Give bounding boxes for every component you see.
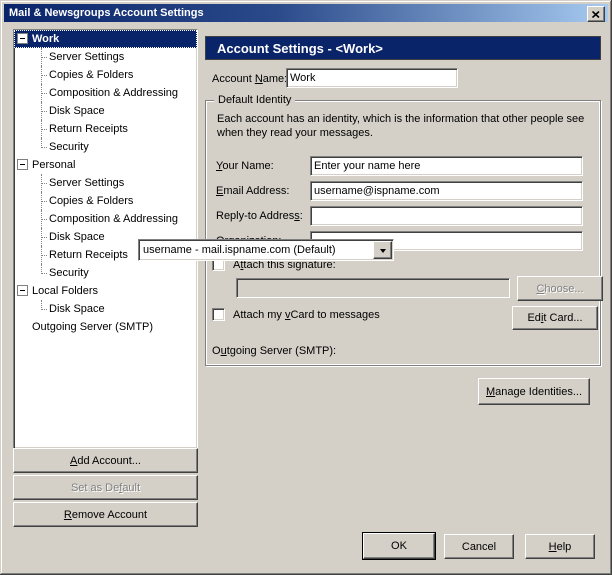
outgoing-server-select[interactable]: username - mail.ispname.com (Default) bbox=[138, 239, 394, 261]
tree-item-label: Server Settings bbox=[47, 48, 126, 66]
tree-item-disk-space[interactable]: Disk Space bbox=[14, 102, 197, 120]
ok-button[interactable]: OK bbox=[363, 533, 435, 559]
tree-item-return-receipts[interactable]: Return Receipts bbox=[14, 120, 197, 138]
tree-item-label: Outgoing Server (SMTP) bbox=[30, 318, 155, 336]
close-button[interactable] bbox=[587, 6, 605, 22]
add-account-label: Add Account... bbox=[70, 455, 141, 467]
account-name-input[interactable] bbox=[286, 68, 458, 88]
help-label: Help bbox=[549, 541, 572, 553]
tree-item-label: Copies & Folders bbox=[47, 66, 135, 84]
collapse-icon[interactable] bbox=[17, 159, 28, 170]
tree-item-label: Security bbox=[47, 138, 91, 156]
identity-description: Each account has an identity, which is t… bbox=[217, 112, 595, 140]
edit-card-button[interactable]: Edit Card... bbox=[512, 306, 598, 330]
title-bar: Mail & Newsgroups Account Settings bbox=[4, 4, 608, 22]
tree-item-label: Composition & Addressing bbox=[47, 210, 180, 228]
reply-to-input[interactable] bbox=[310, 206, 583, 226]
tree-item-outgoing-server-smtp[interactable]: Outgoing Server (SMTP) bbox=[14, 318, 197, 336]
signature-path-input bbox=[236, 278, 510, 298]
tree-item-label: Disk Space bbox=[47, 102, 107, 120]
chevron-down-icon bbox=[380, 249, 386, 256]
tree-item-label: Personal bbox=[30, 156, 77, 174]
ok-label: OK bbox=[391, 540, 407, 552]
account-name-label: Account Name: bbox=[212, 73, 287, 85]
close-icon bbox=[592, 11, 600, 18]
choose-label: Choose... bbox=[536, 283, 583, 295]
tree-item-label: Server Settings bbox=[47, 174, 126, 192]
tree-item-label: Security bbox=[47, 264, 91, 282]
tree-item-label: Work bbox=[30, 30, 61, 48]
window-title: Mail & Newsgroups Account Settings bbox=[4, 7, 204, 19]
tree-item-personal[interactable]: Personal bbox=[14, 156, 197, 174]
tree-item-label: Disk Space bbox=[47, 228, 107, 246]
tree-item-server-settings[interactable]: Server Settings bbox=[14, 48, 197, 66]
your-name-label: Your Name: bbox=[216, 160, 274, 172]
remove-account-label: Remove Account bbox=[64, 509, 147, 521]
dropdown-arrow-button[interactable] bbox=[373, 241, 392, 259]
tree-item-label: Return Receipts bbox=[47, 120, 130, 138]
group-legend: Default Identity bbox=[214, 94, 295, 106]
your-name-input[interactable] bbox=[310, 156, 583, 176]
tree-item-label: Disk Space bbox=[47, 300, 107, 318]
attach-vcard-label: Attach my vCard to messages bbox=[233, 309, 380, 321]
remove-account-button[interactable]: Remove Account bbox=[13, 502, 198, 527]
manage-identities-label: Manage Identities... bbox=[486, 386, 582, 398]
tree-item-work[interactable]: Work bbox=[14, 30, 197, 48]
email-address-input[interactable] bbox=[310, 181, 583, 201]
reply-to-label: Reply-to Address: bbox=[216, 210, 303, 222]
tree-item-label: Composition & Addressing bbox=[47, 84, 180, 102]
tree-item-composition-addressing[interactable]: Composition & Addressing bbox=[14, 210, 197, 228]
tree-item-copies-folders[interactable]: Copies & Folders bbox=[14, 192, 197, 210]
account-settings-window: Mail & Newsgroups Account Settings WorkS… bbox=[0, 0, 612, 575]
tree-item-composition-addressing[interactable]: Composition & Addressing bbox=[14, 84, 197, 102]
manage-identities-button[interactable]: Manage Identities... bbox=[478, 378, 590, 405]
attach-vcard-checkbox[interactable] bbox=[212, 308, 225, 321]
set-as-default-label: Set as Default bbox=[71, 482, 140, 494]
email-address-label: Email Address: bbox=[216, 185, 289, 197]
tree-item-local-folders[interactable]: Local Folders bbox=[14, 282, 197, 300]
tree-item-copies-folders[interactable]: Copies & Folders bbox=[14, 66, 197, 84]
cancel-button[interactable]: Cancel bbox=[444, 534, 514, 559]
help-button[interactable]: Help bbox=[525, 534, 595, 559]
outgoing-server-label: Outgoing Server (SMTP): bbox=[212, 345, 336, 357]
collapse-icon[interactable] bbox=[17, 285, 28, 296]
panel-header: Account Settings - <Work> bbox=[205, 36, 601, 60]
collapse-icon[interactable] bbox=[17, 33, 28, 44]
edit-card-label: Edit Card... bbox=[527, 312, 582, 324]
set-as-default-button[interactable]: Set as Default bbox=[13, 475, 198, 500]
tree-item-label: Local Folders bbox=[30, 282, 100, 300]
tree-item-security[interactable]: Security bbox=[14, 264, 197, 282]
add-account-button[interactable]: Add Account... bbox=[13, 448, 198, 473]
tree-item-label: Return Receipts bbox=[47, 246, 130, 264]
tree-item-label: Copies & Folders bbox=[47, 192, 135, 210]
tree-item-security[interactable]: Security bbox=[14, 138, 197, 156]
tree-item-server-settings[interactable]: Server Settings bbox=[14, 174, 197, 192]
tree-item-disk-space[interactable]: Disk Space bbox=[14, 300, 197, 318]
outgoing-server-value: username - mail.ispname.com (Default) bbox=[143, 242, 336, 258]
cancel-label: Cancel bbox=[462, 541, 496, 553]
panel-header-title: Account Settings - <Work> bbox=[217, 41, 383, 56]
choose-button: Choose... bbox=[517, 276, 603, 301]
